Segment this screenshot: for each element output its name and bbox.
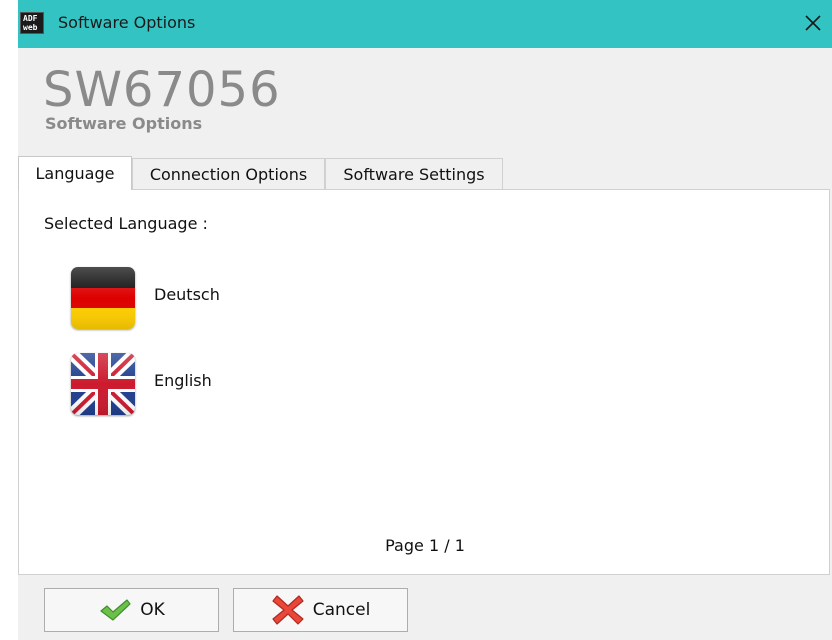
language-label-deutsch: Deutsch — [154, 285, 220, 304]
app-icon-text-line2: web — [23, 23, 38, 32]
ok-button-label: OK — [140, 600, 165, 620]
title-bar[interactable]: ADF web Software Options — [18, 0, 832, 48]
cancel-button[interactable]: Cancel — [233, 588, 408, 632]
tab-software-settings[interactable]: Software Settings — [325, 158, 503, 189]
tab-connection-options[interactable]: Connection Options — [132, 158, 325, 189]
close-icon — [805, 15, 821, 31]
germany-flag-icon[interactable] — [71, 267, 135, 329]
close-button[interactable] — [800, 10, 826, 36]
selected-language-label: Selected Language : — [44, 214, 208, 233]
language-label-english: English — [154, 371, 212, 390]
tab-bar: Language Connection Options Software Set… — [18, 156, 832, 190]
page-indicator: Page 1 / 1 — [385, 536, 465, 555]
ok-button[interactable]: OK — [44, 588, 219, 632]
cancel-button-label: Cancel — [312, 600, 371, 620]
dialog-footer: OK Cancel — [18, 575, 832, 640]
app-icon-text-line1: ADF — [23, 14, 38, 23]
adfweb-app-icon: ADF web — [20, 12, 44, 34]
product-header: SW67056 Software Options — [18, 48, 832, 158]
software-options-window: ADF web Software Options SW67056 Softwar… — [18, 0, 832, 640]
product-subtitle: Software Options — [45, 114, 203, 133]
language-option-english[interactable]: English — [71, 353, 371, 415]
checkmark-icon — [100, 599, 131, 621]
language-panel: Selected Language : Deutsch English Page… — [18, 189, 830, 575]
tab-language[interactable]: Language — [18, 156, 132, 190]
product-code: SW67056 — [43, 62, 281, 118]
red-x-icon — [272, 595, 304, 625]
language-option-deutsch[interactable]: Deutsch — [71, 267, 371, 329]
window-title: Software Options — [58, 13, 196, 32]
uk-flag-icon[interactable] — [71, 353, 135, 415]
